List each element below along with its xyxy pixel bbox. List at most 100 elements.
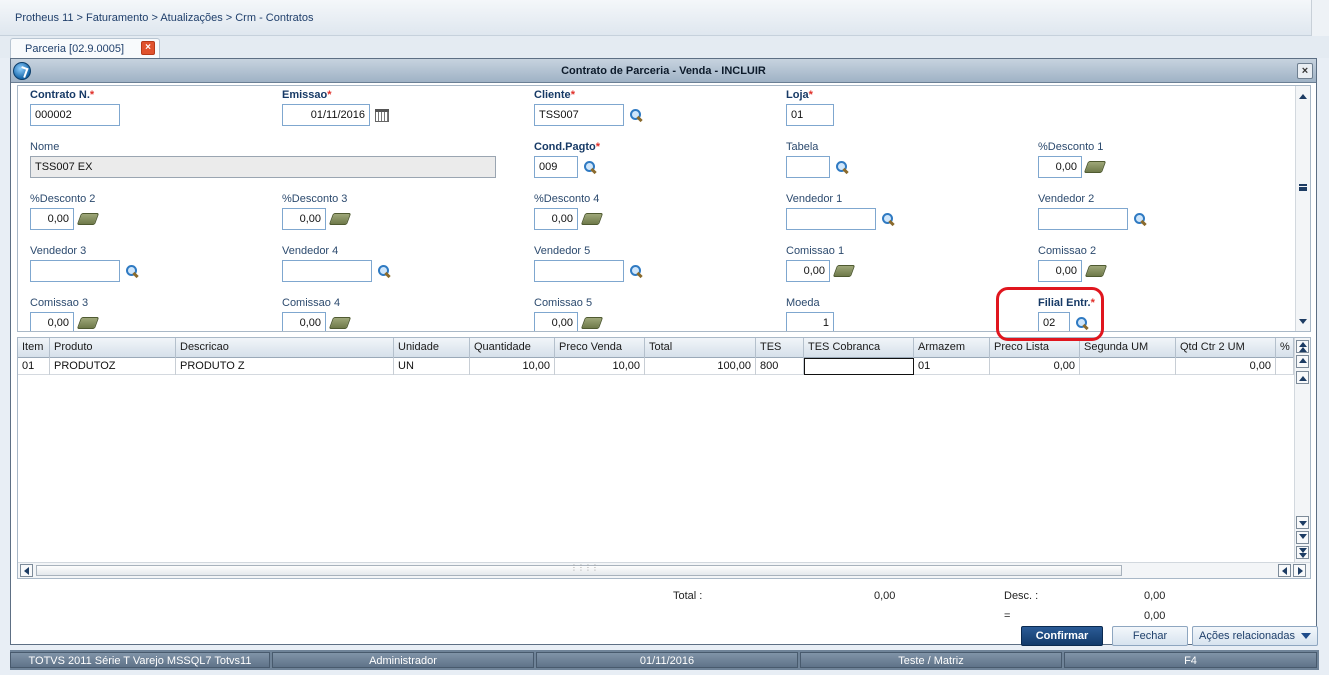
vendedor4-label: Vendedor 4 (282, 245, 339, 257)
comissao1-input[interactable]: 0,00 (786, 260, 830, 282)
col-header-segunda-um[interactable]: Segunda UM (1080, 338, 1176, 358)
breadcrumb[interactable]: Protheus 11 > Faturamento > Atualizações… (15, 12, 313, 24)
total-value: 0,00 (874, 590, 896, 602)
cell-tes-cobranca[interactable] (804, 358, 914, 375)
currency-icon[interactable] (1083, 161, 1107, 173)
col-header-tes-cobranca[interactable]: TES Cobranca (804, 338, 914, 358)
scroll-page-down-icon[interactable] (1296, 531, 1309, 544)
status-system: TOTVS 2011 Série T Varejo MSSQL7 Totvs11 (10, 652, 270, 668)
scroll-down-arrow-icon[interactable] (1299, 319, 1307, 324)
moeda-label: Moeda (786, 297, 820, 309)
loja-input[interactable]: 01 (786, 104, 834, 126)
scroll-right-icon[interactable] (1293, 564, 1306, 577)
col-header-total[interactable]: Total (645, 338, 756, 358)
cond-pagto-search-icon[interactable] (583, 160, 597, 174)
cell-preco-lista[interactable]: 0,00 (990, 358, 1080, 375)
vendedor2-search-icon[interactable] (1133, 212, 1147, 226)
comissao4-label: Comissao 4 (282, 297, 341, 309)
scroll-bottom-icon[interactable] (1296, 546, 1309, 559)
col-header-percent[interactable]: % (1276, 338, 1294, 358)
vendedor1-search-icon[interactable] (881, 212, 895, 226)
currency-icon[interactable] (1084, 265, 1108, 277)
comissao4-input[interactable]: 0,00 (282, 312, 326, 331)
cell-qtd-ctr-2um[interactable]: 0,00 (1176, 358, 1276, 375)
cond-pagto-input[interactable]: 009 (534, 156, 578, 178)
confirm-button[interactable]: Confirmar (1021, 626, 1103, 646)
desconto1-input[interactable]: 0,00 (1038, 156, 1082, 178)
currency-icon[interactable] (76, 213, 100, 225)
tabela-input[interactable] (786, 156, 830, 178)
cell-armazem[interactable]: 01 (914, 358, 990, 375)
col-header-preco-venda[interactable]: Preco Venda (555, 338, 645, 358)
cell-descricao[interactable]: PRODUTO Z (176, 358, 394, 375)
vendedor2-input[interactable] (1038, 208, 1128, 230)
tab-parceria[interactable]: Parceria [02.9.0005] × (10, 38, 160, 58)
horizontal-scroll-thumb[interactable] (36, 563, 1122, 576)
tab-close-icon[interactable]: × (141, 41, 155, 55)
col-header-quantidade[interactable]: Quantidade (470, 338, 555, 358)
table-row[interactable]: 01 PRODUTOZ PRODUTO Z UN 10,00 10,00 100… (18, 358, 1294, 375)
currency-icon[interactable] (580, 213, 604, 225)
scroll-page-up-icon[interactable] (1296, 355, 1309, 368)
currency-icon[interactable] (580, 317, 604, 329)
vendedor5-input[interactable] (534, 260, 624, 282)
col-header-item[interactable]: Item (18, 338, 50, 358)
desconto3-input[interactable]: 0,00 (282, 208, 326, 230)
scroll-thumb-icon[interactable] (1299, 184, 1307, 191)
grid-vertical-scrollbar[interactable] (1294, 338, 1310, 578)
col-header-unidade[interactable]: Unidade (394, 338, 470, 358)
col-header-qtd-ctr-2um[interactable]: Qtd Ctr 2 UM (1176, 338, 1276, 358)
cell-segunda-um[interactable] (1080, 358, 1176, 375)
scroll-up-arrow-icon[interactable] (1299, 94, 1307, 99)
calendar-icon[interactable] (375, 109, 389, 122)
col-header-armazem[interactable]: Armazem (914, 338, 990, 358)
window-close-button[interactable]: × (1297, 63, 1313, 79)
col-header-produto[interactable]: Produto (50, 338, 176, 358)
currency-icon[interactable] (328, 317, 352, 329)
cell-preco-venda[interactable]: 10,00 (555, 358, 645, 375)
moeda-input[interactable]: 1 (786, 312, 834, 331)
page-scrollbar[interactable] (1311, 0, 1329, 36)
col-header-tes[interactable]: TES (756, 338, 804, 358)
close-button[interactable]: Fechar (1112, 626, 1188, 646)
scroll-down-icon[interactable] (1296, 516, 1309, 529)
cell-quantidade[interactable]: 10,00 (470, 358, 555, 375)
vendedor5-search-icon[interactable] (629, 264, 643, 278)
form-scrollbar[interactable] (1295, 86, 1310, 331)
scroll-up-icon[interactable] (1296, 371, 1309, 384)
desconto2-input[interactable]: 0,00 (30, 208, 74, 230)
cell-total[interactable]: 100,00 (645, 358, 756, 375)
comissao3-input[interactable]: 0,00 (30, 312, 74, 331)
cell-item[interactable]: 01 (18, 358, 50, 375)
col-header-descricao[interactable]: Descricao (176, 338, 394, 358)
currency-icon[interactable] (328, 213, 352, 225)
grid-header: Item Produto Descricao Unidade Quantidad… (18, 338, 1294, 358)
currency-icon[interactable] (832, 265, 856, 277)
vendedor4-input[interactable] (282, 260, 372, 282)
vendedor4-search-icon[interactable] (377, 264, 391, 278)
tabela-search-icon[interactable] (835, 160, 849, 174)
grid-horizontal-scrollbar[interactable] (18, 562, 1310, 578)
vendedor3-search-icon[interactable] (125, 264, 139, 278)
emissao-input[interactable]: 01/11/2016 (282, 104, 370, 126)
status-company: Teste / Matriz (800, 652, 1062, 668)
currency-icon[interactable] (76, 317, 100, 329)
scroll-left-icon[interactable] (1278, 564, 1291, 577)
scroll-left-icon[interactable] (20, 564, 33, 577)
col-header-preco-lista[interactable]: Preco Lista (990, 338, 1080, 358)
chevron-down-icon (1301, 633, 1311, 640)
related-actions-button[interactable]: Ações relacionadas (1192, 626, 1318, 646)
cliente-search-icon[interactable] (629, 108, 643, 122)
cliente-input[interactable]: TSS007 (534, 104, 624, 126)
cell-unidade[interactable]: UN (394, 358, 470, 375)
cell-tes[interactable]: 800 (756, 358, 804, 375)
comissao2-input[interactable]: 0,00 (1038, 260, 1082, 282)
vendedor3-input[interactable] (30, 260, 120, 282)
vendedor1-input[interactable] (786, 208, 876, 230)
cell-percent[interactable] (1276, 358, 1294, 375)
comissao5-input[interactable]: 0,00 (534, 312, 578, 331)
contrato-input[interactable]: 000002 (30, 104, 120, 126)
scroll-top-icon[interactable] (1296, 340, 1309, 353)
cell-produto[interactable]: PRODUTOZ (50, 358, 176, 375)
desconto4-input[interactable]: 0,00 (534, 208, 578, 230)
